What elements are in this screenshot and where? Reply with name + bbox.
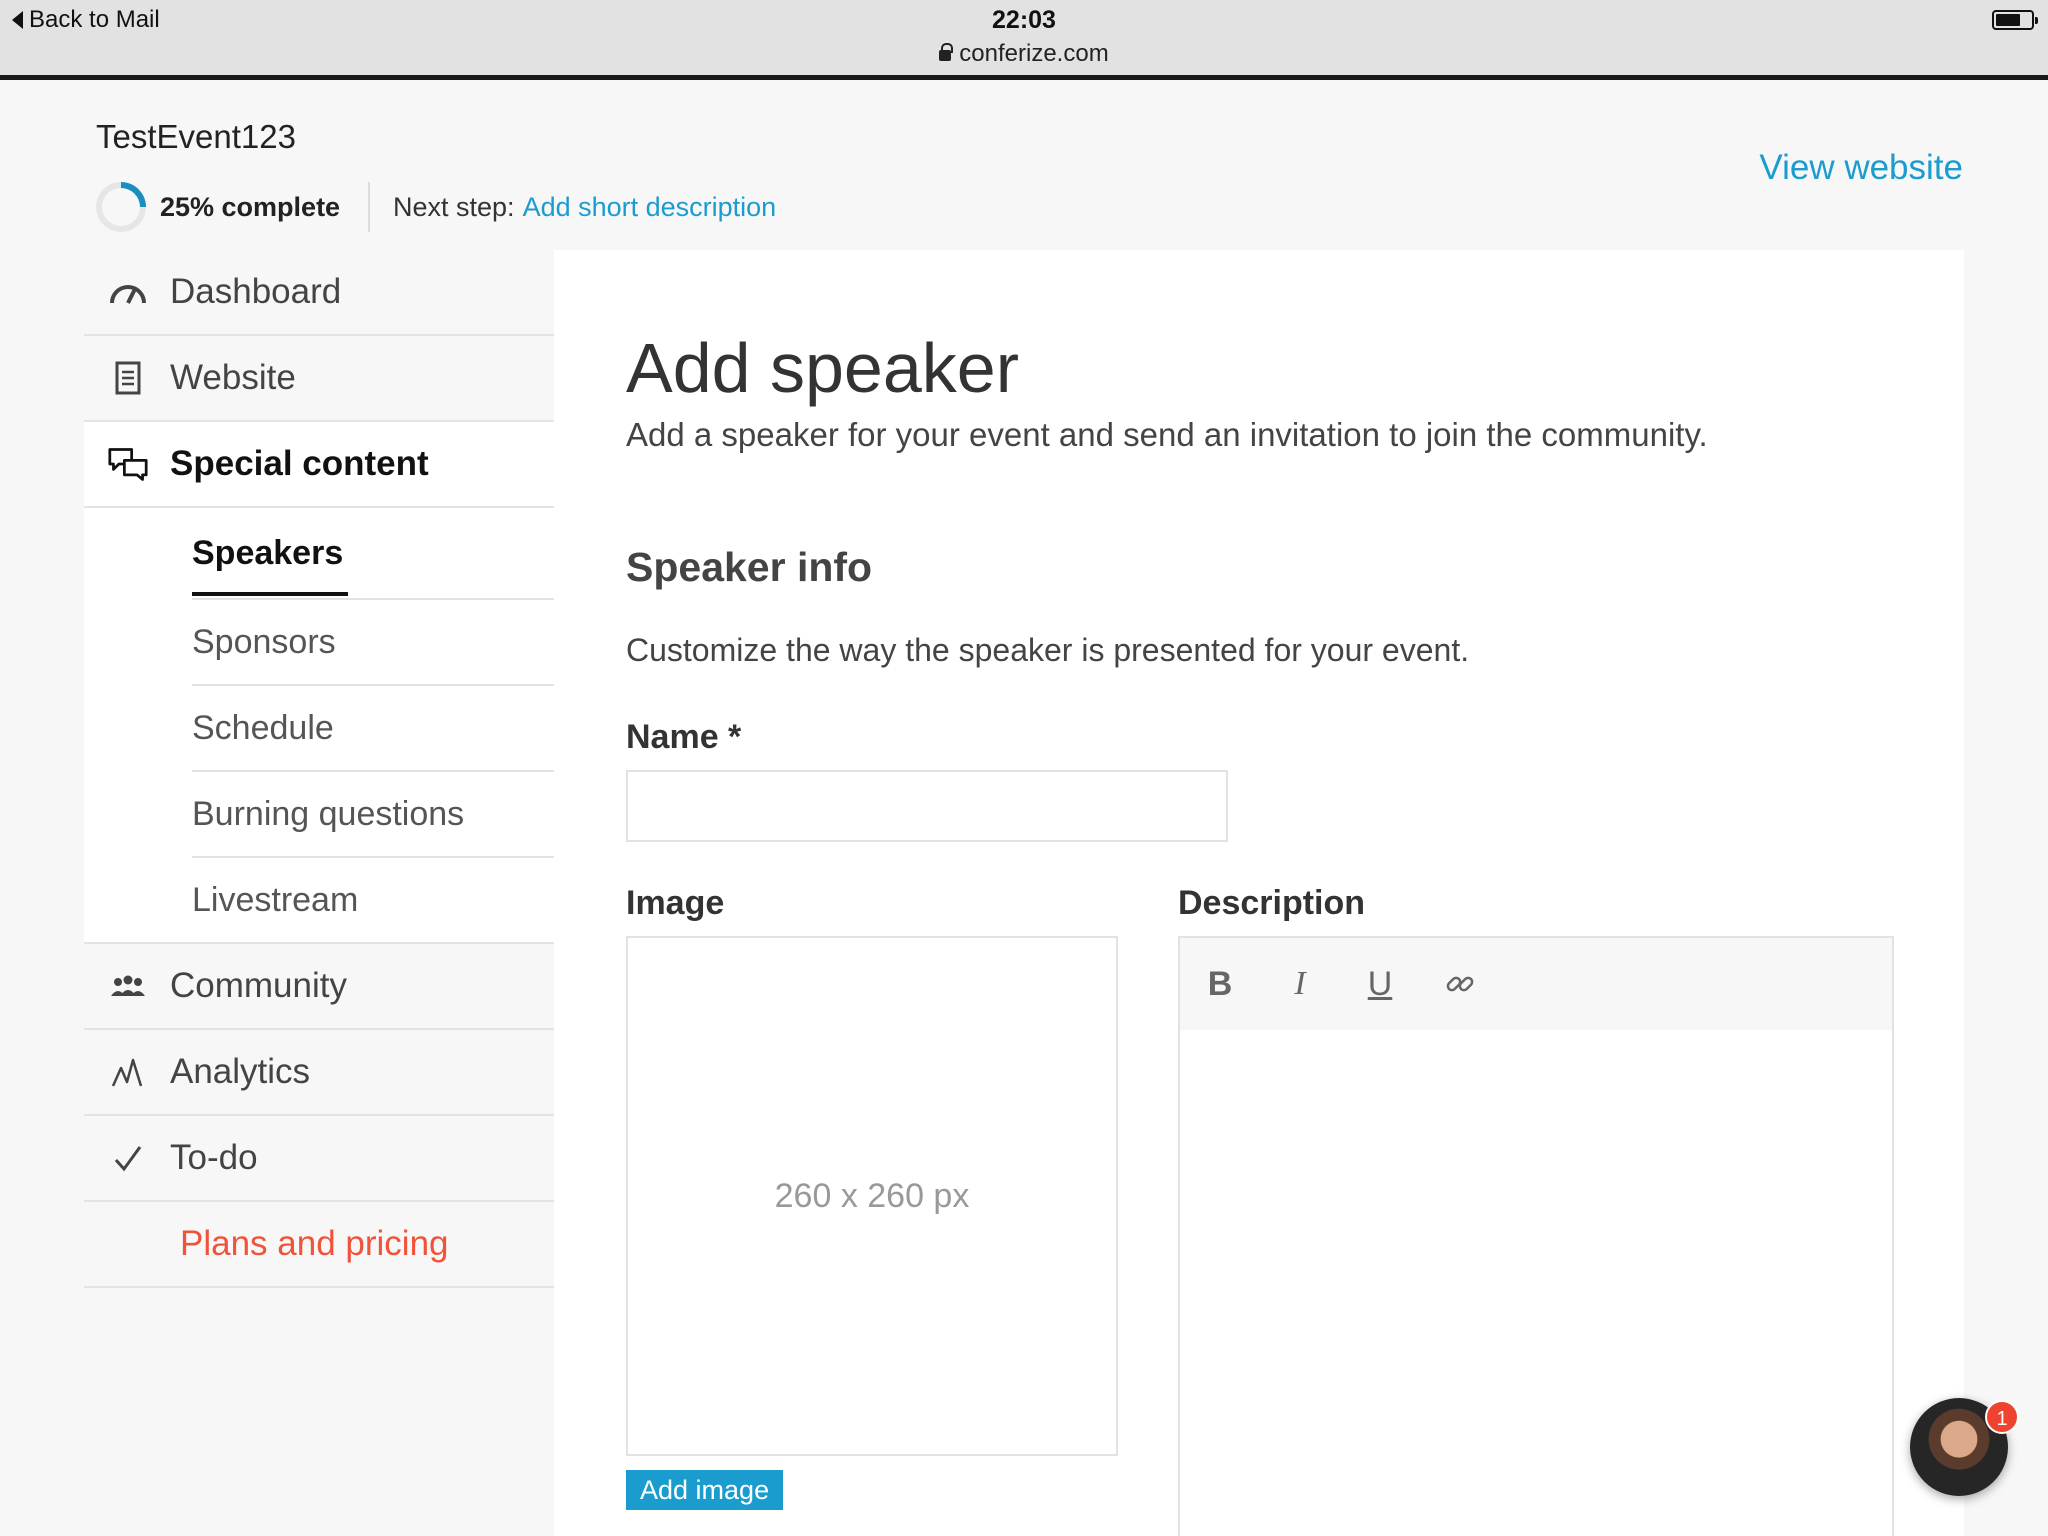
checkmark-icon bbox=[108, 1138, 148, 1178]
add-image-button[interactable]: Add image bbox=[626, 1470, 784, 1510]
progress-ring-icon bbox=[96, 182, 146, 232]
sidebar-subitem-burning-questions[interactable]: Burning questions bbox=[192, 772, 554, 858]
sidebar-item-label: Dashboard bbox=[170, 272, 342, 311]
italic-button[interactable]: I bbox=[1280, 964, 1320, 1004]
section-title: Speaker info bbox=[626, 544, 873, 590]
analytics-wave-icon bbox=[108, 1052, 148, 1092]
section-description: Customize the way the speaker is present… bbox=[626, 632, 1470, 668]
next-step-prefix: Next step: bbox=[393, 192, 515, 222]
people-icon bbox=[108, 966, 148, 1006]
sidebar-item-community[interactable]: Community bbox=[84, 944, 554, 1030]
sidebar-item-label: Community bbox=[170, 966, 347, 1005]
header-divider bbox=[368, 182, 370, 232]
url-text: conferize.com bbox=[959, 40, 1109, 67]
sidebar-item-website[interactable]: Website bbox=[84, 336, 554, 422]
sidebar-item-special-content[interactable]: Special content bbox=[84, 422, 554, 508]
page-subtitle: Add a speaker for your event and send an… bbox=[626, 416, 1708, 453]
sidebar-subitem-label: Sponsors bbox=[192, 622, 336, 661]
sidebar-item-label: Analytics bbox=[170, 1052, 311, 1091]
name-input[interactable] bbox=[626, 770, 1228, 842]
sidebar-item-todo[interactable]: To-do bbox=[84, 1116, 554, 1202]
image-dropzone[interactable]: 260 x 260 px bbox=[626, 936, 1118, 1456]
sidebar-item-dashboard[interactable]: Dashboard bbox=[84, 250, 554, 336]
speech-bubbles-icon bbox=[108, 444, 148, 484]
editor-toolbar: B I U bbox=[1180, 938, 1892, 1030]
sidebar-subitem-livestream[interactable]: Livestream bbox=[84, 858, 554, 944]
description-editor[interactable]: B I U bbox=[1178, 936, 1894, 1536]
address-bar[interactable]: conferize.com bbox=[0, 40, 2048, 68]
lock-icon bbox=[939, 43, 954, 61]
battery-icon bbox=[1992, 10, 2038, 30]
sidebar-item-label: Special content bbox=[170, 444, 429, 483]
image-label: Image bbox=[626, 884, 725, 922]
event-title: TestEvent123 bbox=[96, 118, 296, 155]
dashboard-gauge-icon bbox=[108, 272, 148, 312]
chat-notification-badge: 1 bbox=[1985, 1400, 2019, 1434]
sidebar-subitem-sponsors[interactable]: Sponsors bbox=[192, 600, 554, 686]
ios-status-bar: Back to Mail 22:03 conferize.com bbox=[0, 0, 2048, 80]
sidebar-item-label: To-do bbox=[170, 1138, 258, 1177]
sidebar-subitem-speakers[interactable]: Speakers bbox=[192, 508, 554, 600]
sidebar-subitem-label: Burning questions bbox=[192, 794, 465, 833]
description-label: Description bbox=[1178, 884, 1366, 922]
next-step: Next step: Add short description bbox=[393, 192, 776, 223]
active-underline bbox=[192, 592, 348, 596]
underline-button[interactable]: U bbox=[1360, 964, 1400, 1004]
view-website-link[interactable]: View website bbox=[1759, 148, 1963, 188]
sidebar-subitem-label: Livestream bbox=[192, 880, 359, 919]
sidebar-subitem-label: Speakers bbox=[192, 533, 344, 572]
progress-label: 25% complete bbox=[160, 192, 341, 222]
sidebar-nav: Dashboard Website Special content Speake… bbox=[84, 250, 554, 1288]
sidebar-subitem-schedule[interactable]: Schedule bbox=[192, 686, 554, 772]
plans-and-pricing-link[interactable]: Plans and pricing bbox=[84, 1202, 554, 1288]
bold-button[interactable]: B bbox=[1200, 964, 1240, 1004]
sidebar-item-label: Website bbox=[170, 358, 296, 397]
status-time: 22:03 bbox=[992, 6, 1056, 34]
next-step-link[interactable]: Add short description bbox=[523, 192, 777, 222]
document-icon bbox=[108, 358, 148, 398]
link-icon[interactable] bbox=[1440, 964, 1480, 1004]
page-title: Add speaker bbox=[626, 329, 1020, 407]
special-content-submenu: Speakers Sponsors Schedule Burning quest… bbox=[84, 508, 554, 944]
sidebar-subitem-label: Schedule bbox=[192, 708, 334, 747]
add-speaker-card: Add speaker Add a speaker for your event… bbox=[554, 250, 1964, 1536]
image-size-placeholder: 260 x 260 px bbox=[774, 1176, 970, 1215]
name-label: Name * bbox=[626, 718, 742, 756]
sidebar-item-analytics[interactable]: Analytics bbox=[84, 1030, 554, 1116]
